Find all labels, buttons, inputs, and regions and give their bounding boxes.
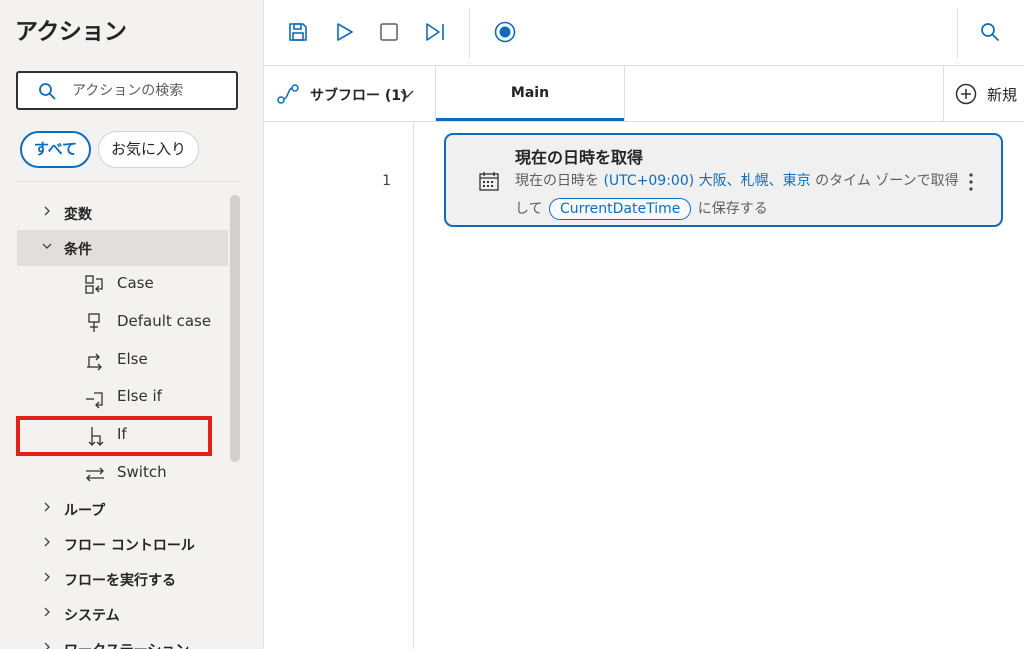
new-subflow-label: 新規 <box>987 86 1018 104</box>
variable-chip[interactable]: CurrentDateTime <box>549 198 692 220</box>
switch-icon <box>84 463 106 489</box>
designer-toolbar <box>264 0 1024 66</box>
description-text: に保存する <box>693 201 768 217</box>
tree-group-run-flow[interactable]: フローを実行する <box>17 561 228 597</box>
case-icon <box>84 274 106 300</box>
tab-main[interactable]: Main <box>436 66 625 121</box>
chevron-right-icon <box>41 606 53 622</box>
description-text: 現在の日時を <box>515 173 604 189</box>
active-tab-indicator <box>436 118 624 121</box>
action-item-switch[interactable]: Switch <box>17 455 228 491</box>
action-item-label: Default case <box>117 312 212 330</box>
action-item-label: Else if <box>117 387 162 405</box>
tree-group-label: ワークステーション <box>64 640 189 649</box>
action-item-label: Switch <box>117 463 167 481</box>
record-icon[interactable] <box>493 20 517 44</box>
tree-group-loops[interactable]: ループ <box>17 491 228 527</box>
action-description-line2: して CurrentDateTime に保存する <box>515 198 768 220</box>
action-title: 現在の日時を取得 <box>515 148 644 167</box>
actions-pane-scrollbar[interactable] <box>230 195 240 462</box>
tree-group-label: ループ <box>64 503 106 519</box>
description-text: のタイム ゾーンで取得 <box>810 173 959 189</box>
action-search-box[interactable] <box>16 71 238 110</box>
pane-divider <box>16 181 242 182</box>
actions-pane: アクション すべて お気に入り 変数 条件 Case Default case … <box>0 0 264 649</box>
description-text: して <box>515 201 548 217</box>
chevron-right-icon <box>41 501 53 517</box>
chevron-right-icon <box>41 571 53 587</box>
tree-group-label: 条件 <box>64 242 92 258</box>
action-item-label: Case <box>117 274 154 292</box>
action-search-input[interactable] <box>72 81 232 101</box>
line-number-gutter: 1 <box>264 122 414 649</box>
tree-group-variables[interactable]: 変数 <box>17 195 228 231</box>
else-icon <box>84 350 106 376</box>
action-item-case[interactable]: Case <box>17 266 228 302</box>
subflow-tab-bar: サブフロー (1) Main 新規 <box>264 66 1024 122</box>
chevron-right-icon <box>41 205 53 221</box>
chevron-right-icon <box>41 641 53 649</box>
action-item-default-case[interactable]: Default case <box>17 304 228 340</box>
stop-icon[interactable] <box>377 20 401 44</box>
filter-favorites-button[interactable]: お気に入り <box>98 131 199 168</box>
actions-pane-title: アクション <box>15 19 127 45</box>
timezone-link[interactable]: (UTC+09:00) 大阪、札幌、東京 <box>603 173 810 189</box>
chevron-right-icon <box>41 536 53 552</box>
calendar-icon <box>478 170 500 196</box>
filter-all-button[interactable]: すべて <box>20 131 91 168</box>
run-icon[interactable] <box>332 20 356 44</box>
tab-main-label: Main <box>510 85 550 101</box>
highlight-box <box>16 416 212 456</box>
tree-group-label: システム <box>64 608 120 624</box>
tree-group-label: 変数 <box>64 207 92 223</box>
chevron-down-icon <box>41 240 53 256</box>
subflows-label: サブフロー (1) <box>310 88 408 104</box>
tree-group-conditionals[interactable]: 条件 <box>17 230 228 266</box>
add-circle-icon <box>954 82 978 110</box>
action-card-get-current-datetime[interactable]: 現在の日時を取得 現在の日時を (UTC+09:00) 大阪、札幌、東京 のタイ… <box>444 133 1003 227</box>
tree-group-label: フロー コントロール <box>64 538 195 554</box>
toolbar-separator <box>469 8 470 58</box>
tree-group-label: フローを実行する <box>64 573 176 589</box>
save-icon[interactable] <box>286 20 310 44</box>
tree-group-system[interactable]: システム <box>17 596 228 632</box>
action-description-line1: 現在の日時を (UTC+09:00) 大阪、札幌、東京 のタイム ゾーンで取得 <box>515 170 959 190</box>
tree-group-flow-control[interactable]: フロー コントロール <box>17 526 228 562</box>
chevron-down-icon <box>399 86 415 105</box>
action-item-label: Else <box>117 350 148 368</box>
line-number: 1 <box>382 173 391 189</box>
tree-group-workstation[interactable]: ワークステーション <box>17 631 228 649</box>
action-item-else-if[interactable]: Else if <box>17 379 228 415</box>
toolbar-separator <box>957 8 958 58</box>
subflows-dropdown[interactable]: サブフロー (1) <box>264 66 436 121</box>
default-case-icon <box>84 312 106 338</box>
action-item-else[interactable]: Else <box>17 342 228 378</box>
else-if-icon <box>84 387 106 413</box>
search-icon[interactable] <box>978 20 1002 44</box>
run-next-icon[interactable] <box>423 20 447 44</box>
more-options-icon[interactable] <box>968 171 974 197</box>
subflow-icon <box>276 82 300 110</box>
new-subflow-button[interactable]: 新規 <box>943 66 1024 121</box>
search-icon <box>38 82 56 104</box>
